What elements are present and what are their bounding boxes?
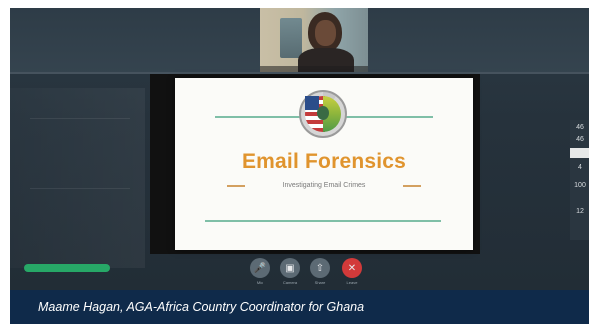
control-label: Leave	[346, 280, 358, 285]
end-call-icon: ✕	[347, 262, 357, 274]
camera-icon: ▣	[285, 262, 295, 274]
call-controls: 🎤 Mic ▣ Camera ⇧ Share ✕ Leave	[242, 258, 370, 288]
presentation-slide: Email Forensics Investigating Email Crim…	[175, 78, 473, 250]
camera-button[interactable]: ▣	[280, 258, 300, 278]
widget-highlight[interactable]	[570, 148, 589, 158]
status-indicator	[24, 264, 110, 272]
widget-value: 100	[574, 182, 586, 189]
widget-value: 4	[578, 164, 582, 171]
widget-value: 46	[576, 136, 584, 143]
widget-value: 12	[576, 208, 584, 215]
meeting-window: Email Forensics Investigating Email Crim…	[10, 8, 589, 290]
subtitle-dash-right	[403, 185, 421, 187]
side-panel-line	[30, 118, 130, 119]
participant-video-tile[interactable]	[260, 8, 368, 72]
slide-title: Email Forensics	[241, 150, 407, 173]
flag-canton	[305, 96, 319, 110]
screenshot-frame: Email Forensics Investigating Email Crim…	[0, 0, 589, 324]
background-flag	[280, 18, 302, 58]
widget-value: 46	[576, 124, 584, 131]
participant-name-strip	[260, 66, 368, 72]
participant-face	[315, 20, 336, 46]
share-icon: ⇧	[315, 262, 325, 274]
zoom-side-widget[interactable]: 46 46 4 100 12	[570, 120, 589, 240]
control-label: Camera	[282, 280, 298, 285]
control-label: Share	[314, 280, 326, 285]
side-panel-line	[30, 188, 130, 189]
slide-subtitle: Investigating Email Crimes	[282, 182, 366, 189]
flag-logo-icon	[299, 90, 347, 138]
photo-caption: Maame Hagan, AGA-Africa Country Coordina…	[10, 290, 589, 324]
control-label: Mic	[256, 280, 264, 285]
microphone-icon: 🎤	[253, 262, 267, 274]
end-call-button[interactable]: ✕	[342, 258, 362, 278]
share-button[interactable]: ⇧	[310, 258, 330, 278]
caption-text: Maame Hagan, AGA-Africa Country Coordina…	[38, 300, 365, 314]
microphone-button[interactable]: 🎤	[250, 258, 270, 278]
logo-center-emblem	[317, 106, 329, 120]
side-panel	[10, 88, 145, 268]
slide-bottom-rule	[205, 220, 441, 222]
